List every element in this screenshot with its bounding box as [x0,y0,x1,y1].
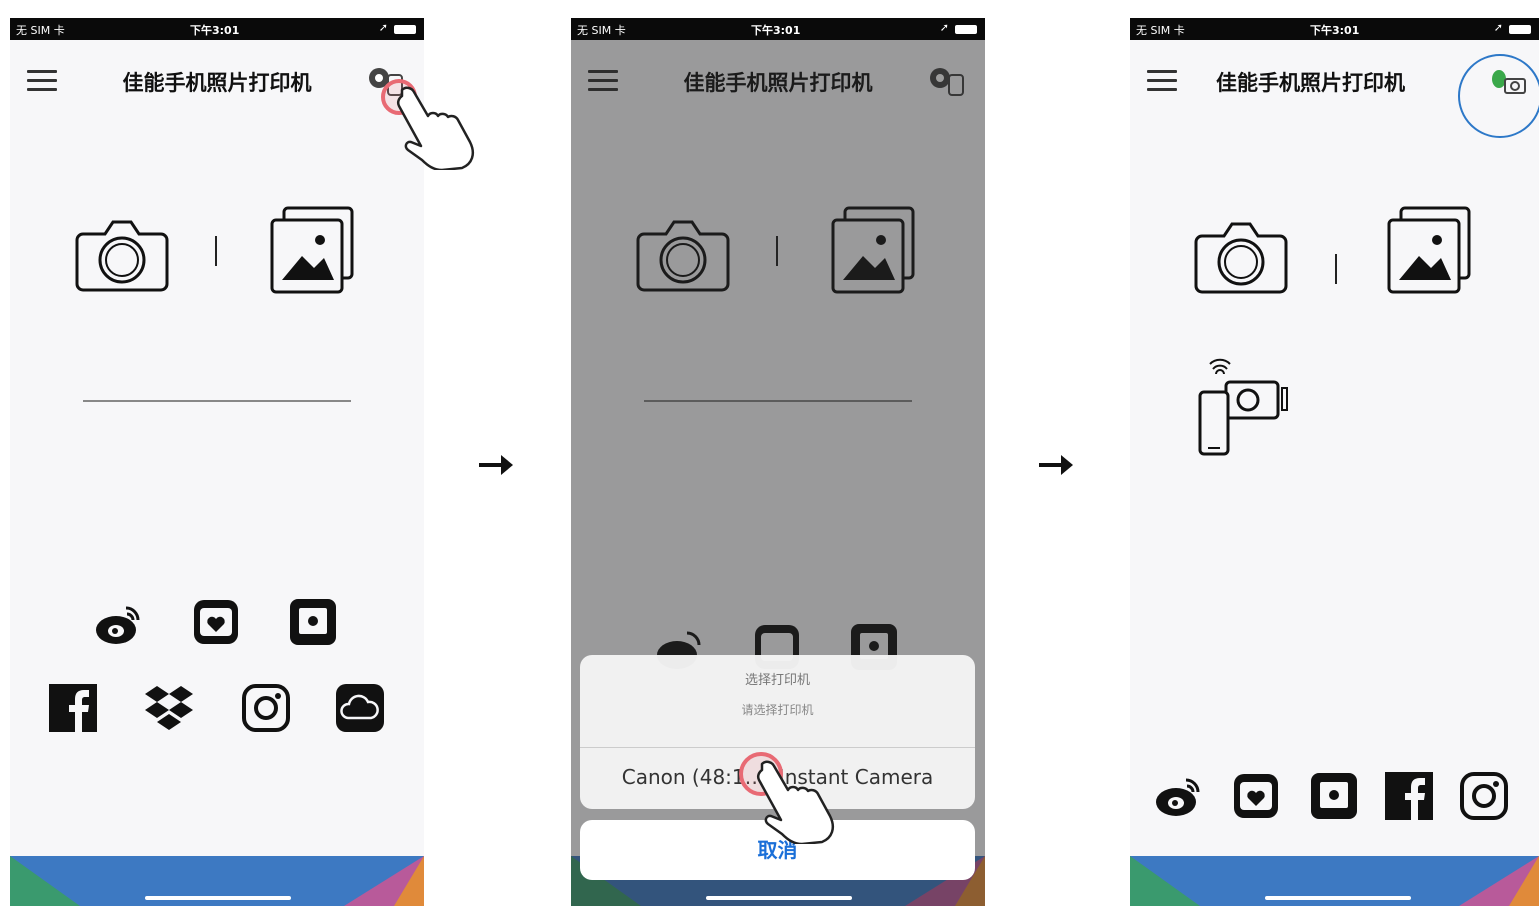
location-icon: ➚ [939,21,949,34]
sheet-divider [580,747,975,748]
arrow-right-icon [1039,455,1073,475]
clock: 下午3:01 [1310,24,1360,37]
hand-pointer-icon [396,86,474,170]
arrow-right-icon [479,455,513,475]
location-icon: ➚ [378,21,388,34]
carrier-label: 无 SIM 卡 [1136,24,1185,37]
home-indicator[interactable] [706,896,852,900]
app-title: 佳能手机照片打印机 [122,71,312,95]
bottom-banner [10,856,424,906]
battery-icon [955,25,977,34]
sheet-subtitle: 请选择打印机 [741,703,814,717]
clock: 下午3:01 [190,24,240,37]
weibo-icon[interactable] [92,598,144,650]
location-icon: ➚ [1493,21,1503,34]
divider [215,236,217,266]
remote-camera-icon[interactable] [1196,358,1292,458]
battery-icon [394,25,416,34]
carrier-label: 无 SIM 卡 [16,24,65,37]
highlight-circle [1458,54,1539,138]
battery-icon [1509,25,1531,34]
carrier-label: 无 SIM 卡 [577,24,626,37]
instagram-icon[interactable] [240,682,292,734]
bottom-banner [1130,856,1539,906]
camera-icon[interactable] [73,206,171,296]
icloud-icon[interactable] [334,682,386,734]
status-bar: 无 SIM 卡 下午3:01 ➚ [571,18,985,40]
clock: 下午3:01 [751,24,801,37]
hand-pointer-icon [756,760,834,844]
facebook-icon[interactable] [1383,770,1435,822]
gallery-icon[interactable] [1385,206,1475,296]
instagram-icon[interactable] [1458,770,1510,822]
instagram-camera-icon[interactable] [190,596,242,648]
status-bar: 无 SIM 卡 下午3:01 ➚ [10,18,424,40]
dropbox-icon[interactable] [143,682,195,734]
camera-icon[interactable] [1192,208,1290,298]
divider-line [83,400,351,402]
facebook-icon[interactable] [47,682,99,734]
weibo-icon[interactable] [1152,770,1204,822]
phone-screen-1: 无 SIM 卡 下午3:01 ➚ 佳能手机照片打印机 [10,18,424,906]
photo-frame-icon[interactable] [1308,770,1360,822]
status-bar: 无 SIM 卡 下午3:01 ➚ [1130,18,1539,40]
phone-screen-3: 无 SIM 卡 下午3:01 ➚ 佳能手机照片打印机 [1130,18,1539,906]
home-indicator[interactable] [1265,896,1411,900]
photo-frame-icon[interactable] [287,596,339,648]
sheet-title: 选择打印机 [744,673,810,688]
divider [1335,254,1337,284]
gallery-icon[interactable] [268,206,358,296]
home-indicator[interactable] [145,896,291,900]
instagram-camera-icon[interactable] [1230,770,1282,822]
